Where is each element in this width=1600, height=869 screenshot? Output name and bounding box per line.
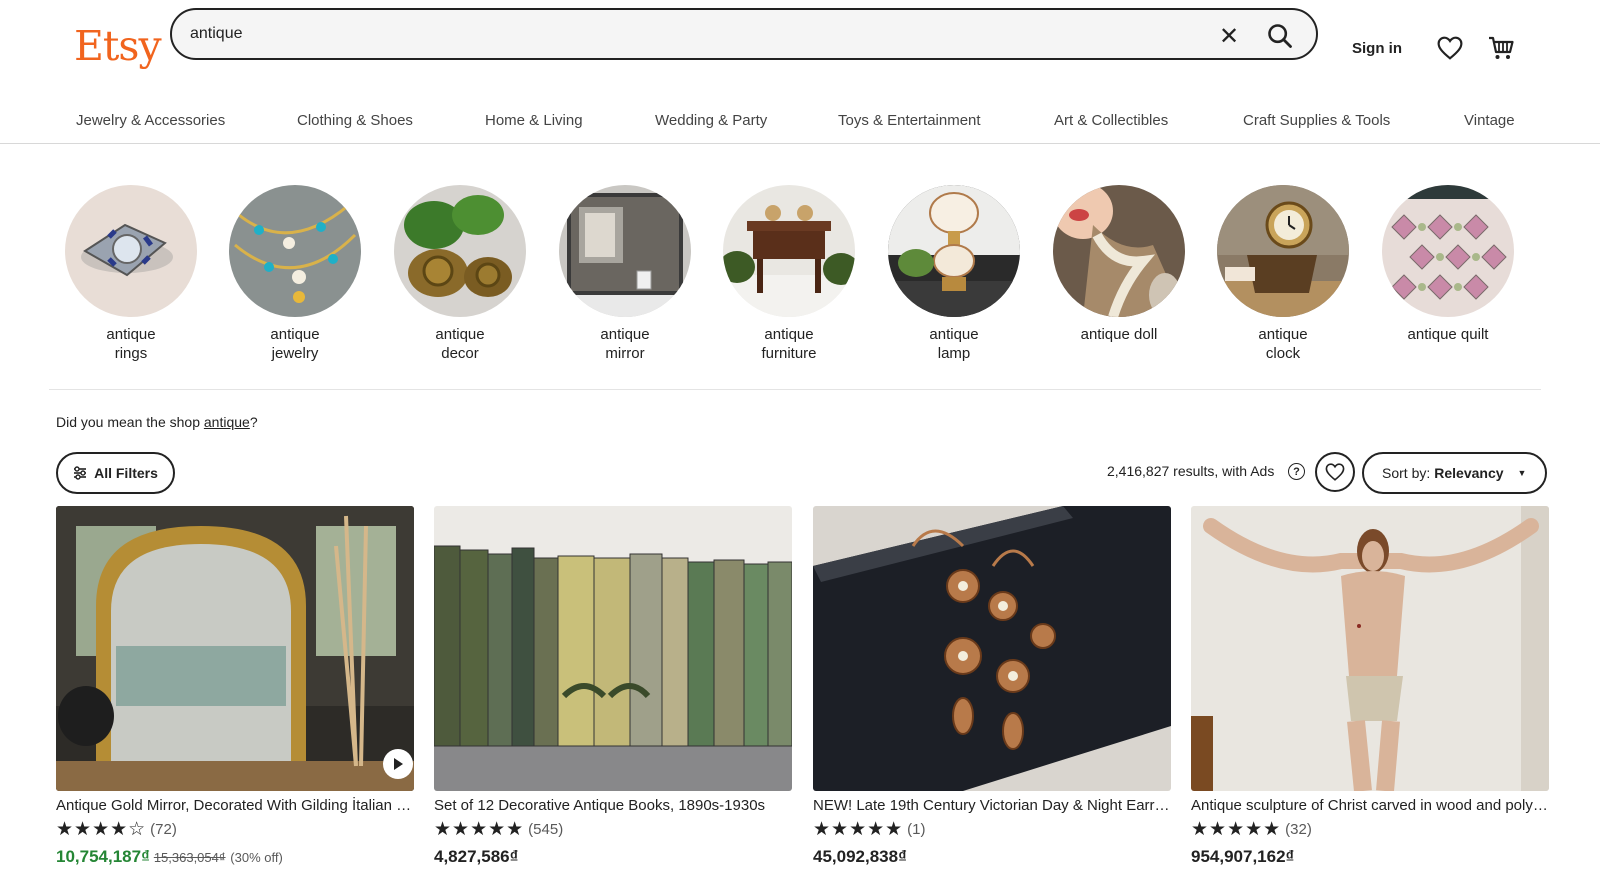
site-header: Etsy ✕ Sign in [0, 0, 1600, 96]
search-input[interactable] [190, 22, 1170, 46]
suggestion-antique-lamp[interactable]: antique lamp [879, 185, 1029, 363]
listing-image [813, 506, 1171, 791]
sale-price: 10,754,187₫ [56, 847, 150, 866]
category-wedding[interactable]: Wedding & Party [655, 112, 767, 129]
did-you-mean: Did you mean the shop antique? [56, 414, 258, 430]
suggestion-label: antique mirror [600, 326, 650, 362]
listing-title[interactable]: Antique Gold Mirror, Decorated With Gild… [56, 797, 414, 814]
listing-card[interactable]: NEW! Late 19th Century Victorian Day & N… [813, 506, 1171, 867]
play-video-icon[interactable] [383, 749, 413, 779]
suggestion-label: antique furniture [761, 326, 817, 362]
suggestion-antique-rings[interactable]: antique rings [56, 185, 206, 363]
category-jewelry[interactable]: Jewelry & Accessories [76, 112, 225, 129]
suggestion-label: antique rings [106, 326, 156, 362]
listing-image [1191, 506, 1549, 791]
star-rating-icon: ★★★★☆ [56, 819, 147, 840]
suggestion-label: antique decor [435, 326, 485, 362]
favorites-heart-icon[interactable] [1437, 36, 1463, 60]
suggestion-image [1053, 185, 1185, 317]
all-filters-button[interactable]: All Filters [56, 452, 175, 494]
suggestion-antique-mirror[interactable]: antique mirror [550, 185, 700, 363]
review-count: (545) [528, 821, 564, 838]
review-count: (72) [150, 821, 177, 838]
sort-value: Relevancy [1434, 465, 1504, 481]
star-rating-icon: ★★★★★ [1191, 819, 1282, 840]
listing-price: 10,754,187₫ 15,363,054₫ (30% off) [56, 847, 414, 867]
suggestion-label: antique clock [1258, 326, 1308, 362]
review-count: (1) [907, 821, 926, 838]
heart-icon [1325, 463, 1345, 481]
search-icon[interactable] [1266, 22, 1294, 50]
listing-title[interactable]: Antique sculpture of Christ carved in wo… [1191, 797, 1549, 814]
listing-price: 45,092,838₫ [813, 847, 907, 866]
category-craft[interactable]: Craft Supplies & Tools [1243, 112, 1390, 129]
help-icon[interactable]: ? [1288, 463, 1305, 480]
did-you-mean-prefix: Did you mean the shop [56, 414, 204, 430]
suggestion-label: antique quilt [1407, 326, 1489, 343]
listing-price: 4,827,586₫ [434, 847, 519, 866]
suggestion-antique-furniture[interactable]: antique furniture [714, 185, 864, 363]
suggestion-image [229, 185, 361, 317]
discount-text: (30% off) [230, 850, 283, 865]
listing-rating: ★★★★★ (32) [1191, 818, 1549, 841]
listing-title[interactable]: Set of 12 Decorative Antique Books, 1890… [434, 797, 792, 814]
cart-icon[interactable] [1487, 34, 1515, 62]
chevron-down-icon: ▼ [1517, 468, 1527, 478]
category-clothing[interactable]: Clothing & Shoes [297, 112, 413, 129]
suggestion-antique-decor[interactable]: antique decor [385, 185, 535, 363]
suggestion-label: antique lamp [929, 326, 979, 362]
star-rating-icon: ★★★★★ [434, 819, 525, 840]
listing-image [434, 506, 792, 791]
category-home[interactable]: Home & Living [485, 112, 583, 129]
original-price: 15,363,054₫ [153, 850, 226, 865]
sign-in-link[interactable]: Sign in [1352, 40, 1402, 57]
suggestion-image [1217, 185, 1349, 317]
suggestion-antique-jewelry[interactable]: antique jewelry [220, 185, 370, 363]
suggestion-image [65, 185, 197, 317]
suggestion-image [1382, 185, 1514, 317]
suggestion-image [888, 185, 1020, 317]
search-bar: ✕ [170, 8, 1318, 60]
suggestion-image [559, 185, 691, 317]
clear-search-icon[interactable]: ✕ [1217, 23, 1241, 50]
suggestion-label: antique doll [1080, 326, 1158, 343]
listing-title[interactable]: NEW! Late 19th Century Victorian Day & N… [813, 797, 1171, 814]
suggestion-image [723, 185, 855, 317]
save-search-heart-button[interactable] [1315, 452, 1355, 492]
listing-card[interactable]: Antique sculpture of Christ carved in wo… [1191, 506, 1549, 867]
all-filters-label: All Filters [94, 465, 158, 481]
suggestion-antique-quilt[interactable]: antique quilt [1373, 185, 1523, 344]
suggestion-antique-clock[interactable]: antique clock [1208, 185, 1358, 363]
shop-suggestion-link[interactable]: antique [204, 414, 250, 430]
category-nav: Jewelry & Accessories Clothing & Shoes H… [0, 96, 1600, 144]
filters-icon [74, 466, 87, 480]
listing-price: 954,907,162₫ [1191, 847, 1295, 866]
listing-rating: ★★★★★ (1) [813, 818, 1171, 841]
sort-prefix: Sort by: [1382, 465, 1431, 481]
section-divider [49, 389, 1541, 390]
category-vintage[interactable]: Vintage [1464, 112, 1515, 129]
listing-rating: ★★★★★ (545) [434, 818, 792, 841]
suggestion-label: antique jewelry [270, 326, 320, 362]
sort-dropdown[interactable]: Sort by: Relevancy ▼ [1362, 452, 1547, 494]
listing-image [56, 506, 414, 791]
results-count: 2,416,827 results, with Ads [1107, 463, 1275, 479]
category-toys[interactable]: Toys & Entertainment [838, 112, 981, 129]
category-art[interactable]: Art & Collectibles [1054, 112, 1168, 129]
listing-rating: ★★★★☆ (72) [56, 818, 414, 841]
suggestion-antique-doll[interactable]: antique doll [1044, 185, 1194, 344]
did-you-mean-suffix: ? [249, 414, 258, 430]
etsy-logo[interactable]: Etsy [74, 22, 162, 70]
star-rating-icon: ★★★★★ [813, 819, 904, 840]
listing-card[interactable]: Set of 12 Decorative Antique Books, 1890… [434, 506, 792, 867]
review-count: (32) [1285, 821, 1312, 838]
suggestion-image [394, 185, 526, 317]
listing-card[interactable]: Antique Gold Mirror, Decorated With Gild… [56, 506, 414, 867]
